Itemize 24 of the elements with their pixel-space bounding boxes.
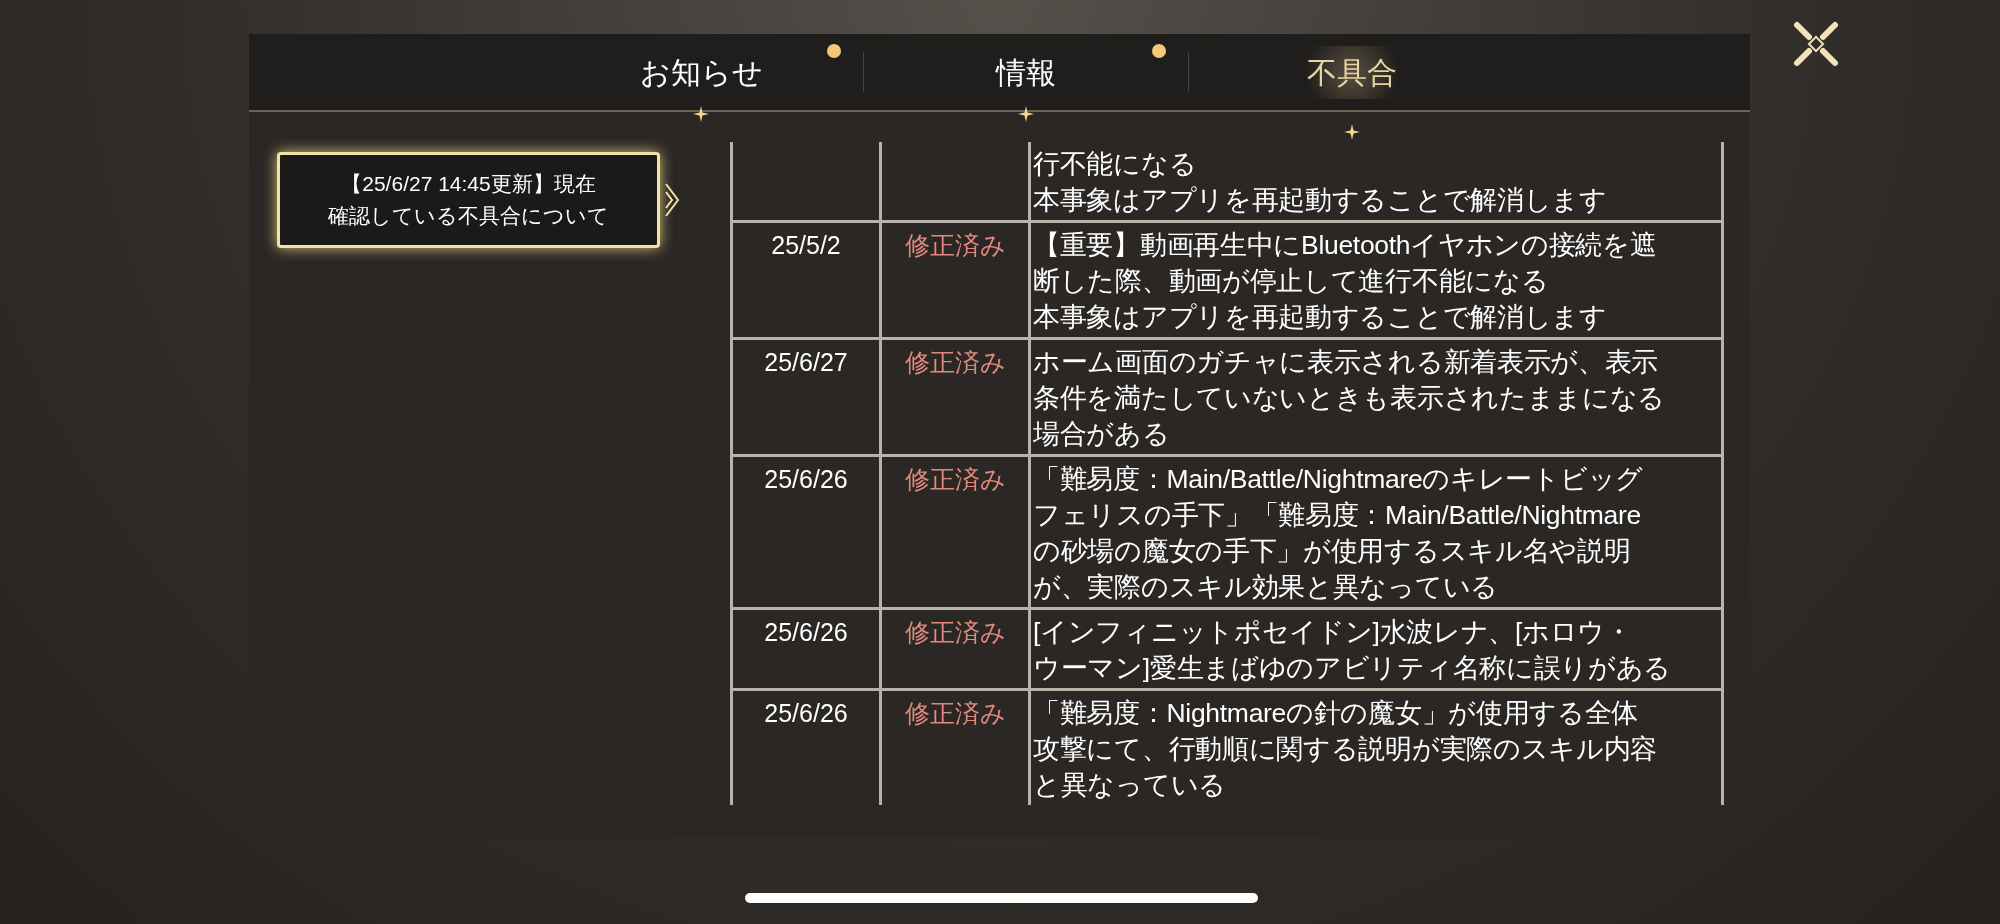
date-text: 25/6/26	[764, 699, 848, 727]
close-icon[interactable]	[1791, 19, 1841, 69]
sparkle-icon	[1018, 106, 1034, 122]
date-text: 25/6/26	[764, 465, 848, 493]
status-text: 修正済み	[904, 348, 1006, 376]
chevron-icon	[664, 182, 680, 218]
sidebar-item[interactable]: 【25/6/27 14:45更新】現在 確認している不具合について	[277, 152, 660, 248]
tab[interactable]: 情報	[980, 45, 1072, 99]
status-text: 修正済み	[904, 465, 1006, 493]
bug-description: ホーム画面のガチャに表示される新着表示が、表示 条件を満たしていないときも表示されたままになる 場合がある	[1033, 346, 1667, 451]
bug-description: 【重要】動画再生中にBluetoothイヤホンの接続を遮 断した際、動画が停止して進行不能になる 本事象はアプリを再起動することで解消します	[1033, 229, 1658, 334]
date-text: 25/5/2	[771, 231, 841, 259]
date-text: 25/6/26	[764, 618, 848, 646]
bug-description: 行不能になる 本事象はアプリを再起動することで解消します	[1033, 148, 1608, 217]
status-text: 修正済み	[904, 699, 1006, 727]
bug-description: 「難易度：Nightmareの針の魔女」が使用する全体 攻撃にて、行動順に関する説明が実際のスキル内容 と異なっている	[1033, 697, 1659, 802]
bug-description: 「難易度：Main/Battle/Nightmareのキレートビッグ フェリスの手下」「難易度：Main/Battle/Nightmare の砂場の魔女の手下」が使用するスキル名や説明 が、実際のスキル効果と異なっている	[1033, 463, 1644, 604]
status-text: 修正済み	[904, 618, 1006, 646]
tab[interactable]: お知らせ	[623, 45, 779, 99]
bug-description: [インフィニットポセイドン]水波レナ、[ホロウ・ ウーマン]愛生まばゆのアビリティ名称に誤りがある	[1033, 616, 1673, 685]
status-text: 修正済み	[904, 231, 1006, 259]
sparkle-icon	[1343, 124, 1360, 140]
date-text: 25/6/27	[764, 348, 848, 376]
sparkle-icon	[693, 106, 709, 122]
